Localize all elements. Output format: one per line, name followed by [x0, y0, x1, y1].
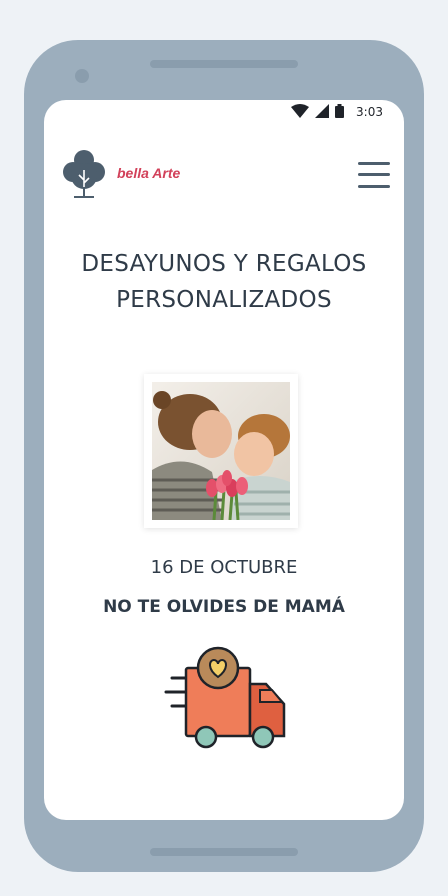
- app-header: bella Arte: [44, 146, 404, 200]
- battery-icon: [335, 103, 345, 122]
- delivery-truck-heart-icon: [164, 644, 288, 756]
- promo-photo: [144, 374, 298, 528]
- status-bar: 3:03: [44, 100, 404, 124]
- status-time: 3:03: [356, 105, 383, 119]
- page-title: DESAYUNOS Y REGALOS PERSONALIZADOS: [44, 246, 404, 318]
- wifi-icon: [291, 103, 310, 122]
- tree-icon[interactable]: [60, 148, 108, 198]
- page-title-line-2: PERSONALIZADOS: [116, 287, 332, 313]
- phone-speaker: [150, 60, 298, 68]
- cellular-signal-icon: [315, 103, 330, 122]
- phone-home-bar: [150, 848, 298, 856]
- page-title-line-1: DESAYUNOS Y REGALOS: [81, 251, 367, 277]
- hamburger-menu-icon[interactable]: [356, 160, 392, 190]
- brand-name[interactable]: bella Arte: [117, 165, 180, 181]
- phone-camera: [75, 69, 89, 83]
- app-screen: 3:03 bella Arte DESAYUNOS Y REGALOS PERS…: [44, 100, 404, 820]
- promo-tagline: NO TE OLVIDES DE MAMÁ: [103, 597, 345, 617]
- event-date: 16 DE OCTUBRE: [150, 557, 298, 578]
